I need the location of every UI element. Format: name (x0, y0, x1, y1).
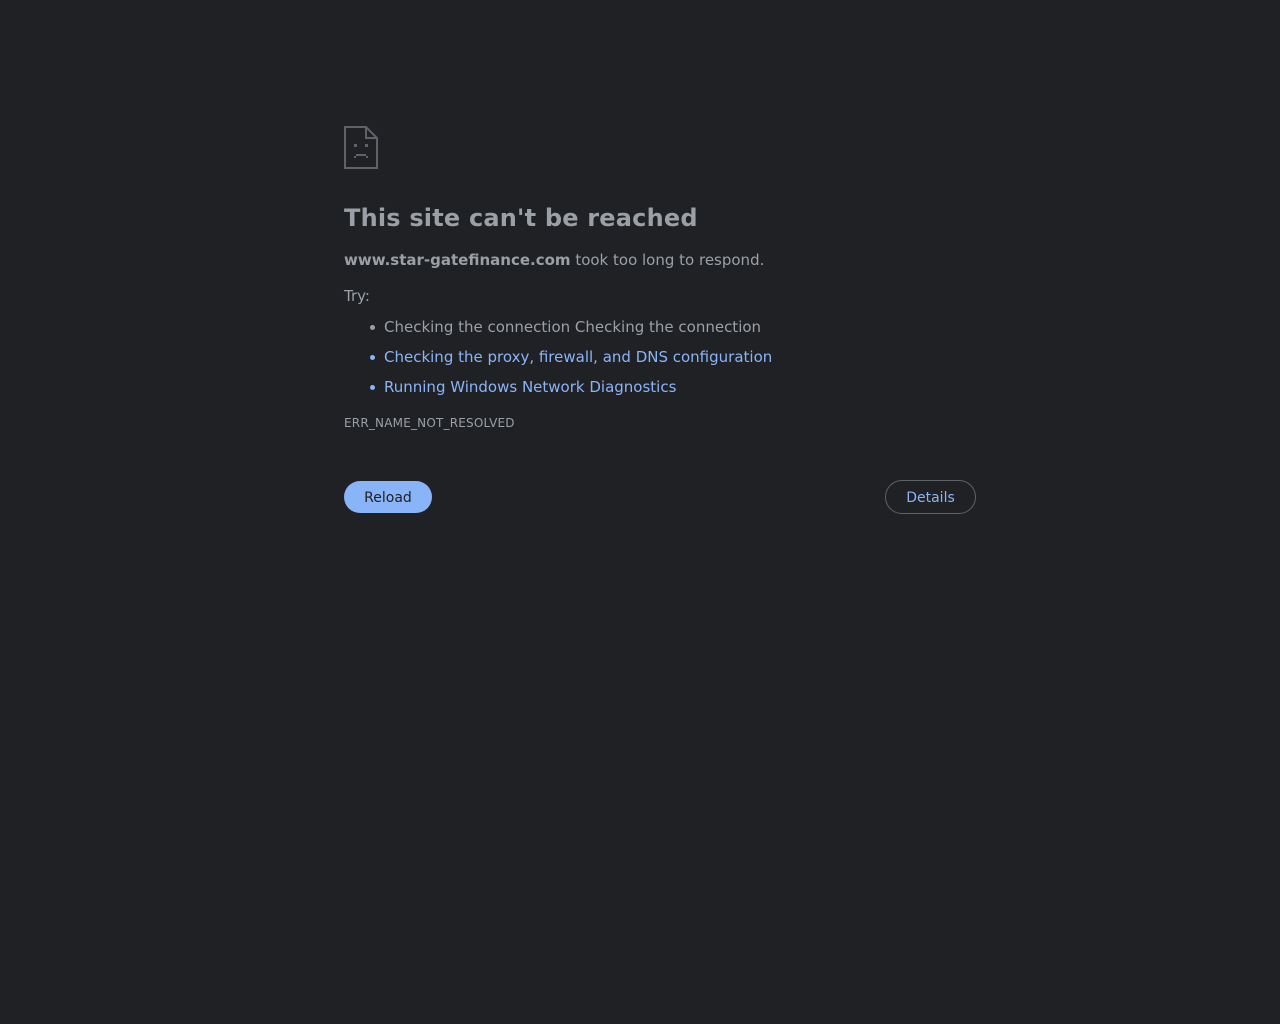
error-page: This site can't be reached www.star-gate… (344, 126, 976, 514)
error-code: ERR_NAME_NOT_RESOLVED (344, 416, 515, 430)
suggestion-network-diagnostics-link[interactable]: Running Windows Network Diagnostics (368, 377, 976, 397)
details-button[interactable]: Details (885, 480, 976, 514)
page-title: This site can't be reached (344, 204, 698, 232)
suggestion-check-connection: Checking the connection Checking the con… (368, 317, 976, 337)
site-domain: www.star-gatefinance.com (344, 251, 571, 269)
reload-button[interactable]: Reload (344, 481, 432, 513)
error-summary: www.star-gatefinance.com took too long t… (344, 250, 976, 270)
button-row: Reload Details (344, 480, 976, 514)
suggestion-proxy-firewall-dns-link[interactable]: Checking the proxy, firewall, and DNS co… (368, 347, 976, 367)
summary-text: took too long to respond. (570, 251, 765, 269)
try-label: Try: (344, 287, 370, 305)
suggestion-list: Checking the connection Checking the con… (344, 317, 976, 397)
sad-document-icon (344, 126, 378, 169)
